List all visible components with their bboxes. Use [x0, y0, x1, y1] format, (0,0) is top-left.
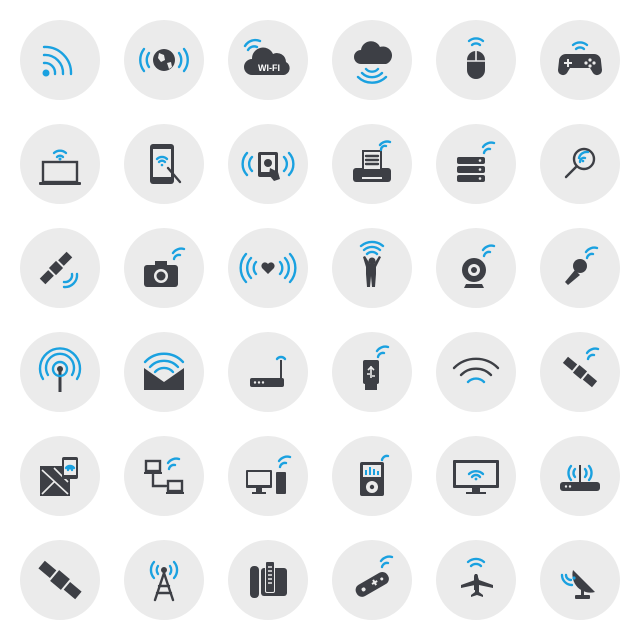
wireless-gamepad-icon [540, 20, 620, 100]
wifi-symbol-icon [436, 332, 516, 412]
svg-text:WI-FI: WI-FI [258, 63, 280, 73]
wifi-cloud-icon: WI-FI [228, 20, 308, 100]
icon-grid: WI-FI [0, 0, 628, 632]
map-phone-wifi-icon [20, 436, 100, 516]
satellite-icon [20, 540, 100, 620]
network-computers-icon [124, 436, 204, 516]
laptop-wifi-icon [20, 124, 100, 204]
wireless-microphone-icon [540, 228, 620, 308]
tablet-stylus-icon [124, 124, 204, 204]
server-wifi-icon [436, 124, 516, 204]
cordless-phone-icon [228, 540, 308, 620]
satellite-dish-icon [540, 540, 620, 620]
globe-wifi-icon [124, 20, 204, 100]
cloud-broadcast-icon [332, 20, 412, 100]
usb-wireless-icon [332, 332, 412, 412]
wireless-printer-icon [332, 124, 412, 204]
desktop-wifi-icon [228, 436, 308, 516]
satellite-signal-icon [20, 228, 100, 308]
wifi-router-antenna-icon [540, 436, 620, 516]
radio-tower-icon [124, 540, 204, 620]
heart-broadcast-icon [228, 228, 308, 308]
webcam-wifi-icon [436, 228, 516, 308]
router-icon [228, 332, 308, 412]
antenna-broadcast-icon [20, 332, 100, 412]
touch-device-wifi-icon [228, 124, 308, 204]
wifi-signal-icon [20, 20, 100, 100]
magnifier-signal-icon [540, 124, 620, 204]
airplane-wifi-icon [436, 540, 516, 620]
media-player-wifi-icon [332, 436, 412, 516]
satellite-orbit-icon [540, 332, 620, 412]
remote-control-icon [332, 540, 412, 620]
wireless-camera-icon [124, 228, 204, 308]
monitor-wifi-icon [436, 436, 516, 516]
wireless-mouse-icon [436, 20, 516, 100]
person-hotspot-icon [332, 228, 412, 308]
envelope-wifi-icon [124, 332, 204, 412]
